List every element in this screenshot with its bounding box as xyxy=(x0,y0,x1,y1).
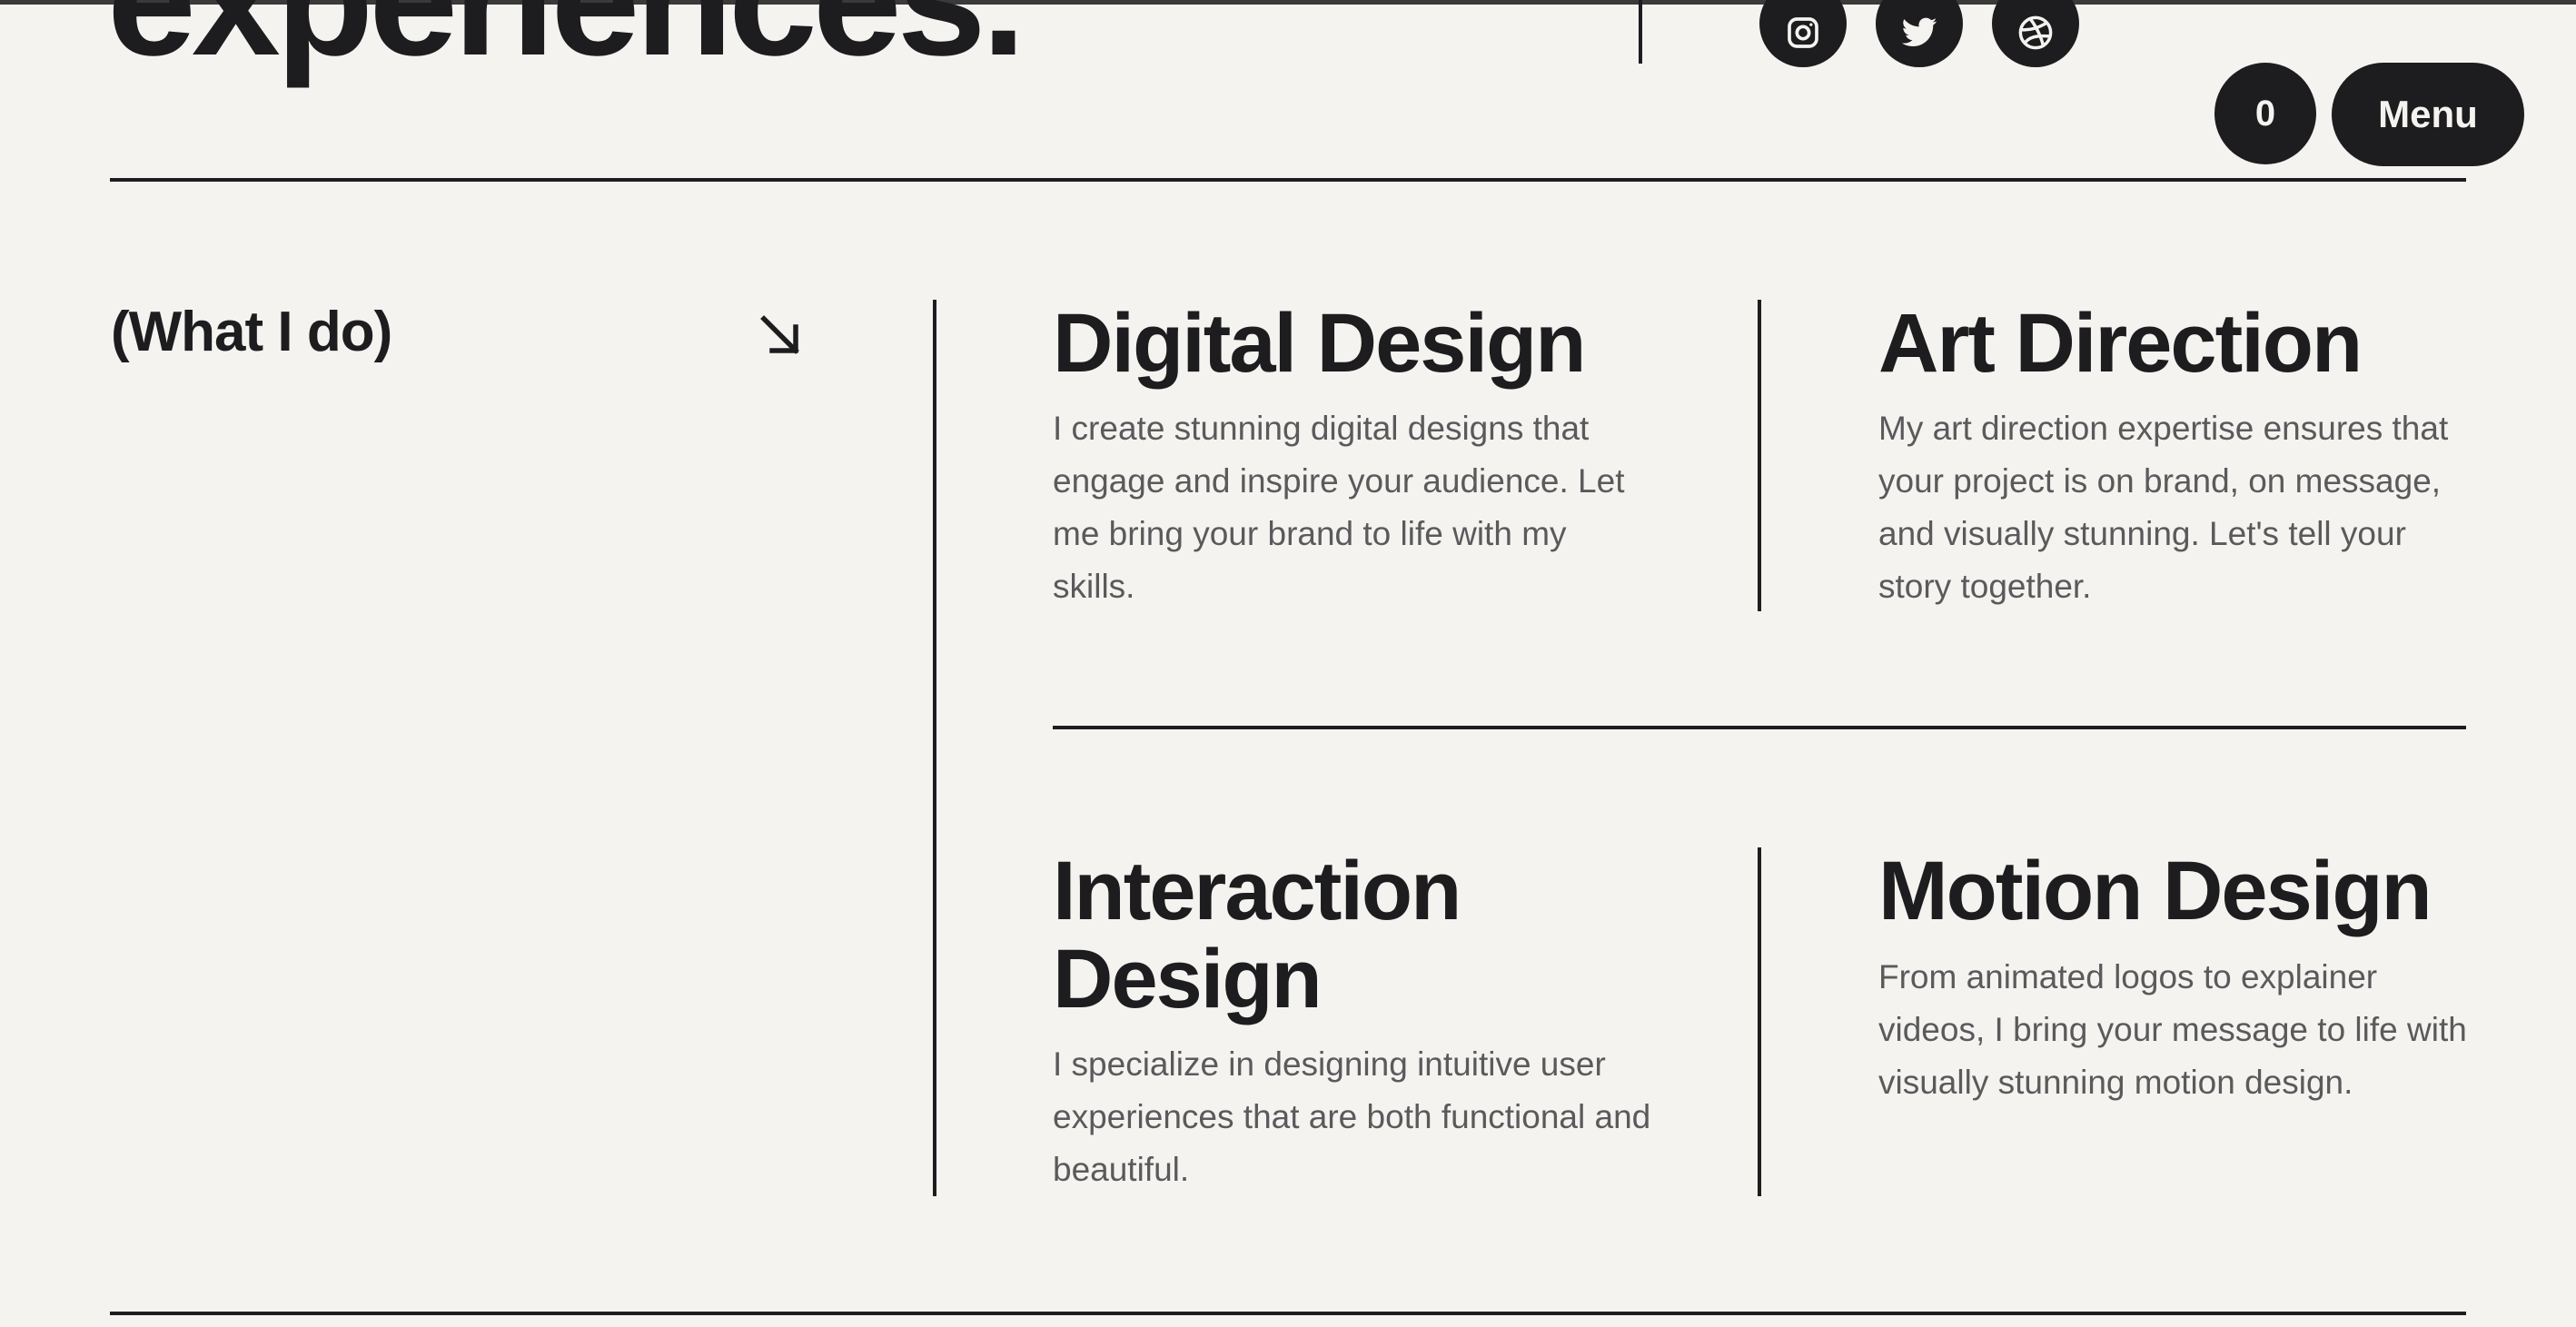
twitter-link[interactable] xyxy=(1876,0,1963,67)
service-description: I create stunning digital designs that e… xyxy=(1053,410,1625,605)
service-divider-bottom xyxy=(1758,847,1761,1196)
section-label: (What I do) xyxy=(111,301,392,363)
instagram-link[interactable] xyxy=(1759,0,1847,67)
dribbble-link[interactable] xyxy=(1992,0,2079,67)
services-row-divider xyxy=(1053,726,2466,729)
arrow-down-right-icon xyxy=(760,315,799,354)
twitter-icon xyxy=(1901,17,1937,47)
service-title: Digital Design xyxy=(1053,297,1586,390)
service-description: I specialize in designing intuitive user… xyxy=(1053,1045,1651,1188)
service-description: My art direction expertise ensures that … xyxy=(1878,410,2449,605)
cart-count-button[interactable]: 0 xyxy=(2214,63,2316,164)
hero-divider xyxy=(1639,0,1642,64)
instagram-icon xyxy=(1788,17,1818,48)
service-title: Art Direction xyxy=(1878,297,2363,390)
menu-button[interactable]: Menu xyxy=(2332,63,2524,166)
service-title: Interaction Design xyxy=(1053,845,1461,1025)
hero-heading: experiences. xyxy=(107,0,1025,89)
dribbble-icon xyxy=(2018,15,2053,50)
service-description: From animated logos to explainer videos,… xyxy=(1878,958,2467,1101)
service-divider-top xyxy=(1758,300,1761,611)
left-column-divider xyxy=(933,300,936,1196)
section-bottom-divider xyxy=(110,1312,2466,1315)
section-top-divider xyxy=(110,178,2466,182)
service-title: Motion Design xyxy=(1878,845,2432,937)
